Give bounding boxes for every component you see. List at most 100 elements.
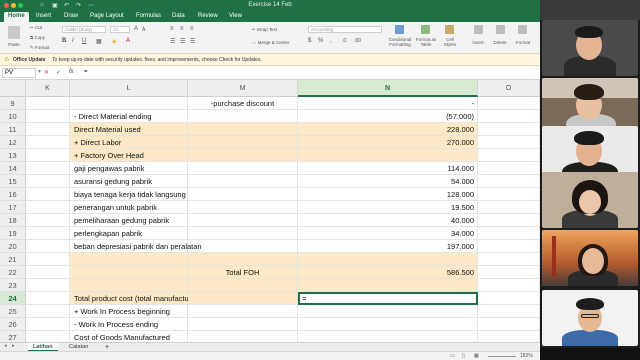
- cell-n[interactable]: (57.000): [298, 110, 478, 123]
- cell-k[interactable]: [26, 149, 70, 162]
- cell-l[interactable]: + Direct Labor: [70, 136, 188, 149]
- cell-m[interactable]: [188, 227, 298, 240]
- cell-o[interactable]: [478, 123, 540, 136]
- wrap-text-button[interactable]: ↵ Wrap Text: [252, 27, 277, 33]
- cell-o[interactable]: [478, 331, 540, 342]
- insert-function-button[interactable]: fx: [69, 69, 74, 75]
- cell-l[interactable]: biaya tenaga kerja tidak langsung: [70, 188, 188, 201]
- cell-o[interactable]: [478, 253, 540, 266]
- row-header[interactable]: 21: [0, 253, 26, 266]
- cell-k[interactable]: [26, 279, 70, 292]
- number-format-select[interactable]: Accounting: [308, 26, 382, 33]
- cell-l[interactable]: Direct Material used: [70, 123, 188, 136]
- row-header[interactable]: 12: [0, 136, 26, 149]
- cell-o[interactable]: [478, 201, 540, 214]
- cell-m[interactable]: [188, 136, 298, 149]
- page-layout-view-icon[interactable]: ▯: [462, 353, 465, 359]
- cell-k[interactable]: [26, 305, 70, 318]
- align-right-icon[interactable]: ☰: [190, 38, 195, 45]
- cell-n[interactable]: -: [298, 97, 478, 110]
- cell-l[interactable]: + Work In Process beginning: [70, 305, 188, 318]
- cell-l[interactable]: pemeliharaan gedung pabrik: [70, 214, 188, 227]
- paste-button[interactable]: Paste: [4, 42, 24, 47]
- zoom-level[interactable]: 182%: [520, 353, 533, 359]
- cell-o[interactable]: [478, 305, 540, 318]
- percent-icon[interactable]: %: [318, 38, 323, 44]
- cell-m[interactable]: [188, 175, 298, 188]
- formula-input[interactable]: =: [84, 69, 88, 75]
- insert-cells-button[interactable]: Insert: [468, 40, 488, 45]
- row-header[interactable]: 19: [0, 227, 26, 240]
- merge-center-button[interactable]: ⇔ Merge & Center: [252, 40, 290, 45]
- cell-m[interactable]: [188, 279, 298, 292]
- cell-l[interactable]: - Work In Process ending: [70, 318, 188, 331]
- cell-k[interactable]: [26, 318, 70, 331]
- cell-o[interactable]: [478, 279, 540, 292]
- page-break-view-icon[interactable]: ▦: [474, 353, 479, 359]
- row-header[interactable]: 9: [0, 97, 26, 110]
- cell-m[interactable]: [188, 305, 298, 318]
- cell-k[interactable]: [26, 97, 70, 110]
- cell-m[interactable]: [188, 240, 298, 253]
- row-header[interactable]: 26: [0, 318, 26, 331]
- select-all-corner[interactable]: [0, 80, 26, 97]
- font-color-icon[interactable]: A: [126, 38, 130, 44]
- name-box-dropdown-icon[interactable]: ▾: [38, 68, 41, 75]
- cell-k[interactable]: [26, 110, 70, 123]
- cell-k[interactable]: [26, 123, 70, 136]
- tab-data[interactable]: Data: [168, 12, 189, 22]
- cell-k[interactable]: [26, 162, 70, 175]
- cell-n[interactable]: 270.000: [298, 136, 478, 149]
- cell-n[interactable]: 54.000: [298, 175, 478, 188]
- cell-l[interactable]: Cost of Goods Manufactured: [70, 331, 188, 342]
- cell-m[interactable]: [188, 162, 298, 175]
- format-as-table-icon[interactable]: [421, 25, 430, 34]
- cell-k[interactable]: [26, 331, 70, 342]
- cell-k[interactable]: [26, 292, 70, 305]
- cell-l[interactable]: beban depresiasi pabrik dan peralatan: [70, 240, 202, 253]
- cell-l[interactable]: Total product cost (total manufacturing …: [70, 292, 220, 305]
- cell-m[interactable]: [188, 331, 298, 342]
- cell-n[interactable]: 128.000: [298, 188, 478, 201]
- cell-m[interactable]: [188, 253, 298, 266]
- format-as-table-button[interactable]: Format as Table: [414, 37, 438, 47]
- cell-n[interactable]: [298, 149, 478, 162]
- participant-video-tile[interactable]: [542, 230, 638, 286]
- row-header[interactable]: 24: [0, 292, 26, 305]
- cell-o[interactable]: [478, 162, 540, 175]
- delete-cells-icon[interactable]: [496, 25, 505, 34]
- row-header[interactable]: 18: [0, 214, 26, 227]
- column-header-m[interactable]: M: [188, 80, 298, 97]
- cell-o[interactable]: [478, 97, 540, 110]
- increase-decimal-icon[interactable]: .0: [342, 38, 346, 44]
- row-header[interactable]: 13: [0, 149, 26, 162]
- cell-o[interactable]: [478, 188, 540, 201]
- insert-cells-icon[interactable]: [474, 25, 483, 34]
- cell-l[interactable]: [70, 279, 188, 292]
- cell-o[interactable]: [478, 266, 540, 279]
- cell-k[interactable]: [26, 175, 70, 188]
- cell-n[interactable]: 34.000: [298, 227, 478, 240]
- cell-n[interactable]: [298, 253, 478, 266]
- tab-formulas[interactable]: Formulas: [132, 12, 165, 22]
- cell-l[interactable]: [70, 253, 188, 266]
- column-header-k[interactable]: K: [26, 80, 70, 97]
- cancel-formula-icon[interactable]: ✕: [44, 69, 49, 76]
- conditional-formatting-button[interactable]: Conditional Formatting: [385, 37, 415, 47]
- align-bottom-icon[interactable]: ≡: [190, 26, 194, 32]
- cut-button[interactable]: ✂ Cut: [30, 25, 42, 31]
- cell-n[interactable]: [298, 318, 478, 331]
- cell-o[interactable]: [478, 227, 540, 240]
- cell-k[interactable]: [26, 240, 70, 253]
- cell-m[interactable]: [188, 292, 298, 305]
- cell-l[interactable]: penerangan untuk pabrik: [70, 201, 188, 214]
- format-cells-button[interactable]: Format: [512, 40, 534, 45]
- cell-l[interactable]: [70, 266, 188, 279]
- cell-m[interactable]: [188, 318, 298, 331]
- cell-n[interactable]: [298, 331, 478, 342]
- tab-insert[interactable]: Insert: [32, 12, 55, 22]
- cell-n[interactable]: [298, 305, 478, 318]
- cell-l[interactable]: gaji pengawas pabrik: [70, 162, 188, 175]
- cell-m[interactable]: [188, 149, 298, 162]
- cell-n[interactable]: 197.000: [298, 240, 478, 253]
